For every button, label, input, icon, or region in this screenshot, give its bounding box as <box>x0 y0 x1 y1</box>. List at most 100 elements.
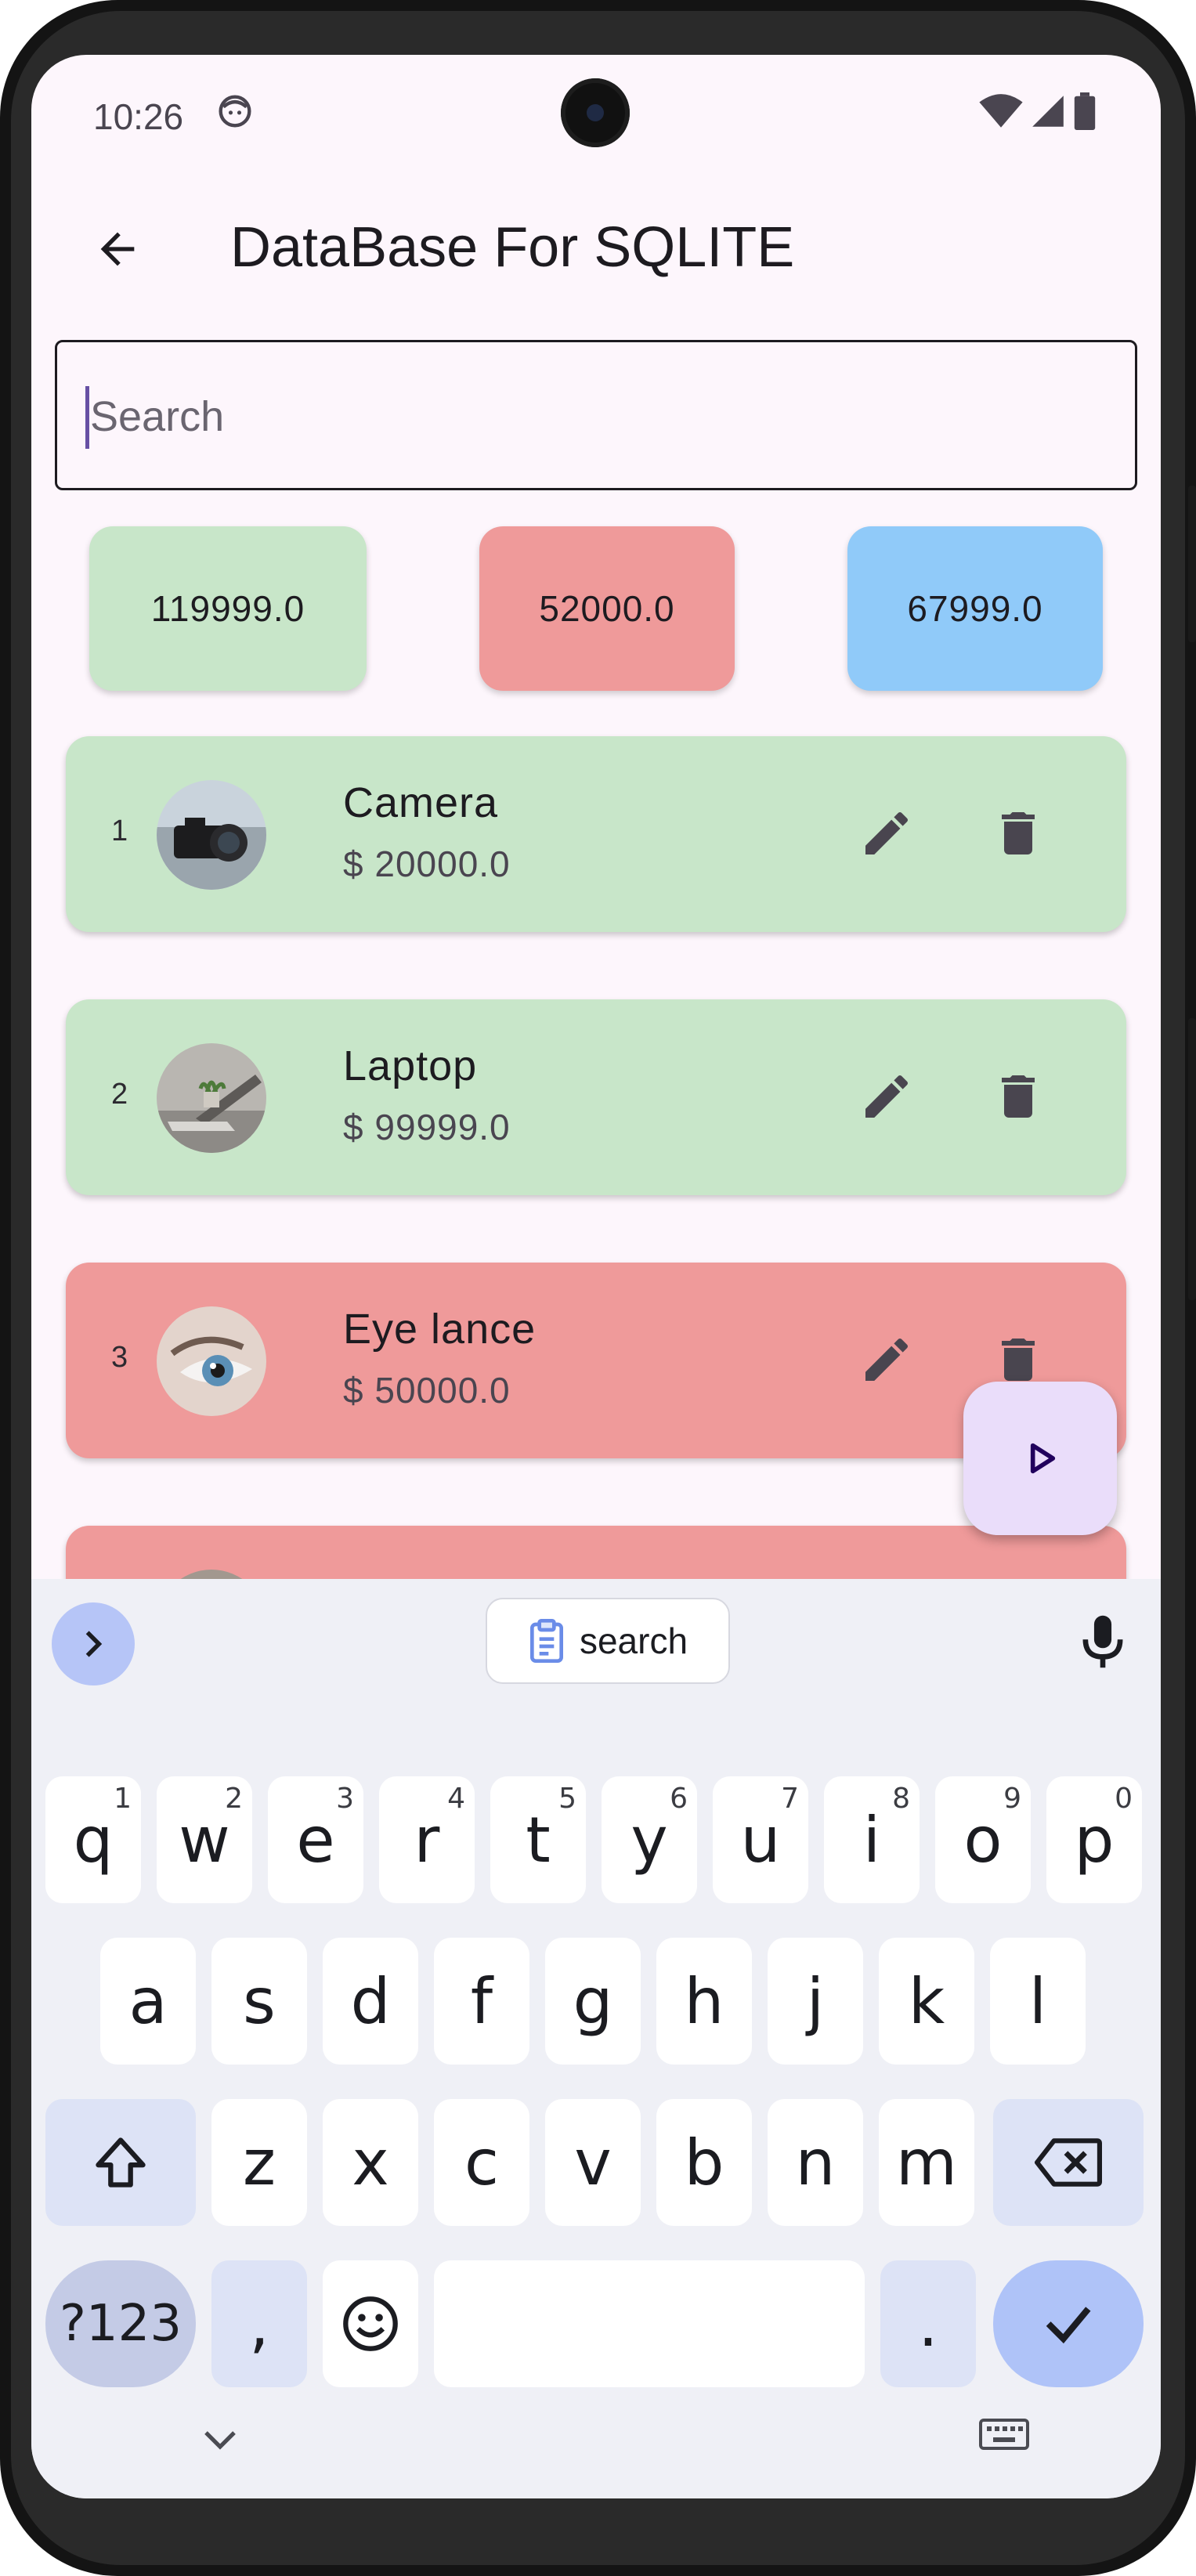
microphone-icon <box>1082 1615 1123 1668</box>
key-p[interactable]: p0 <box>1046 1776 1142 1903</box>
trash-icon <box>1002 1339 1035 1381</box>
list-item[interactable]: 1 Camera $ 20000.0 <box>66 736 1126 932</box>
key-r[interactable]: r4 <box>379 1776 475 1903</box>
item-price: $ 20000.0 <box>343 844 511 884</box>
front-camera <box>561 78 630 147</box>
search-field[interactable] <box>55 340 1137 490</box>
key-n[interactable]: n <box>768 2099 863 2226</box>
cellular-signal-icon <box>1032 96 1064 127</box>
arrow-back-icon <box>100 232 135 266</box>
trash-icon <box>1002 812 1035 854</box>
backspace-icon <box>1035 2138 1102 2187</box>
item-index: 2 <box>111 1078 128 1111</box>
key-q[interactable]: q1 <box>45 1776 141 1903</box>
item-price: $ 50000.0 <box>343 1370 511 1411</box>
key-c[interactable]: c <box>434 2099 529 2226</box>
checkmark-icon <box>1046 2307 1091 2344</box>
trash-icon <box>1002 1075 1035 1118</box>
item-name: Eye lance <box>343 1306 537 1353</box>
total-value: 67999.0 <box>907 588 1043 629</box>
key-k[interactable]: k <box>879 1938 974 2065</box>
symbols-key[interactable]: ?123 <box>45 2260 196 2387</box>
comma-key[interactable]: , <box>211 2260 307 2387</box>
screen: 10:26 DataBase For SQLITE 119999.0 52000… <box>31 55 1161 2498</box>
total-chip-green: 119999.0 <box>89 526 367 691</box>
edit-button[interactable] <box>849 1322 924 1397</box>
backspace-key[interactable] <box>993 2099 1144 2226</box>
shift-icon <box>96 2137 146 2188</box>
key-b[interactable]: b <box>656 2099 752 2226</box>
keyboard-expand-button[interactable] <box>52 1602 135 1685</box>
key-z[interactable]: z <box>211 2099 307 2226</box>
key-i[interactable]: i8 <box>824 1776 920 1903</box>
total-value: 119999.0 <box>150 588 305 629</box>
key-h[interactable]: h <box>656 1938 752 2065</box>
chevron-right-icon <box>85 1631 103 1657</box>
key-l[interactable]: l <box>990 1938 1086 2065</box>
key-s[interactable]: s <box>211 1938 307 2065</box>
eye-photo <box>157 1306 266 1416</box>
hide-keyboard-chevron-icon[interactable] <box>201 2425 240 2456</box>
delete-button[interactable] <box>981 1059 1056 1134</box>
emoji-icon <box>343 2296 398 2351</box>
on-screen-keyboard: search q1 w2 e3 r4 t5 y6 u7 i8 o9 p0 a s… <box>31 1579 1161 2498</box>
item-name: Laptop <box>343 1042 478 1089</box>
suggestion-text: search <box>579 1620 688 1661</box>
wifi-icon <box>979 94 1023 128</box>
item-index: 1 <box>111 815 128 847</box>
key-g[interactable]: g <box>545 1938 641 2065</box>
voice-input-button[interactable] <box>1064 1602 1142 1681</box>
face-notification-icon <box>219 95 251 128</box>
edit-button[interactable] <box>849 1059 924 1134</box>
item-image <box>157 1306 266 1416</box>
battery-icon <box>1074 92 1096 130</box>
item-image <box>157 1043 266 1153</box>
key-w[interactable]: w2 <box>157 1776 252 1903</box>
volume-button <box>1188 1018 1196 1300</box>
back-button[interactable] <box>80 211 155 287</box>
power-button <box>1188 486 1196 642</box>
emoji-key[interactable] <box>323 2260 418 2387</box>
key-y[interactable]: y6 <box>602 1776 697 1903</box>
search-input[interactable] <box>90 381 1030 452</box>
status-time: 10:26 <box>93 96 184 137</box>
pencil-icon <box>865 1075 909 1118</box>
item-index: 3 <box>111 1341 128 1374</box>
key-m[interactable]: m <box>879 2099 974 2226</box>
item-price: $ 99999.0 <box>343 1107 511 1147</box>
clipboard-icon <box>529 1619 563 1663</box>
camera-photo <box>157 780 266 890</box>
laptop-photo <box>157 1043 266 1153</box>
enter-key[interactable] <box>993 2260 1144 2387</box>
space-key[interactable] <box>434 2260 865 2387</box>
key-o[interactable]: o9 <box>935 1776 1031 1903</box>
page-title: DataBase For SQLITE <box>230 216 795 279</box>
item-image <box>157 780 266 890</box>
pencil-icon <box>865 1338 909 1381</box>
keyboard-switch-icon[interactable] <box>979 2419 1029 2453</box>
status-icons <box>979 92 1097 130</box>
period-key[interactable]: . <box>880 2260 976 2387</box>
total-value: 52000.0 <box>539 588 675 629</box>
key-a[interactable]: a <box>100 1938 196 2065</box>
key-d[interactable]: d <box>323 1938 418 2065</box>
key-x[interactable]: x <box>323 2099 418 2226</box>
key-e[interactable]: e3 <box>268 1776 363 1903</box>
key-u[interactable]: u7 <box>713 1776 808 1903</box>
clipboard-suggestion-chip[interactable]: search <box>486 1598 730 1684</box>
list-item[interactable]: 2 Laptop $ 99999.0 <box>66 999 1126 1195</box>
key-v[interactable]: v <box>545 2099 641 2226</box>
play-fab-button[interactable] <box>963 1382 1117 1535</box>
play-icon <box>1030 1443 1056 1474</box>
key-f[interactable]: f <box>434 1938 529 2065</box>
key-j[interactable]: j <box>768 1938 863 2065</box>
edit-button[interactable] <box>849 796 924 871</box>
item-name: Camera <box>343 779 499 826</box>
total-chip-red: 52000.0 <box>479 526 735 691</box>
delete-button[interactable] <box>981 796 1056 871</box>
key-t[interactable]: t5 <box>490 1776 586 1903</box>
pencil-icon <box>865 811 909 854</box>
shift-key[interactable] <box>45 2099 196 2226</box>
total-chip-blue: 67999.0 <box>847 526 1103 691</box>
text-cursor <box>85 386 89 449</box>
